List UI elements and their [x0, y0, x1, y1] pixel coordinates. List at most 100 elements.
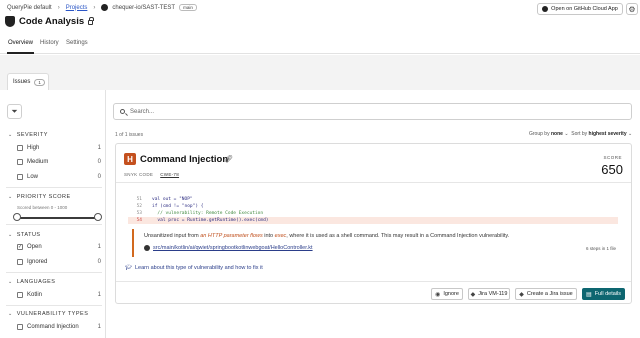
- checkbox[interactable]: [17, 174, 23, 180]
- status-section-toggle[interactable]: ⌄ STATUS: [8, 232, 41, 238]
- breadcrumb-projects-link[interactable]: Projects: [66, 5, 88, 11]
- learn-link[interactable]: 🎓︎ Learn about this type of vulnerabilit…: [125, 265, 263, 271]
- breadcrumb-org[interactable]: QueryPie default: [7, 5, 52, 11]
- sort-by-select[interactable]: highest severity: [589, 131, 627, 137]
- filter-count: 0: [97, 259, 101, 265]
- link-icon[interactable]: 🔗︎: [224, 155, 233, 163]
- settings-button[interactable]: ⚙: [626, 3, 638, 15]
- checkbox[interactable]: [17, 145, 23, 151]
- tab-overview[interactable]: Overview: [8, 40, 33, 46]
- issues-count-badge: 1: [34, 78, 45, 86]
- page-title-row: Code Analysis: [5, 16, 95, 27]
- steps-count[interactable]: 6 steps in 1 file: [586, 246, 616, 251]
- file-path-link[interactable]: src/main/kotlin/ai/qwiet/springbootkotli…: [153, 245, 313, 251]
- breadcrumb-separator: ›: [57, 4, 60, 11]
- ignore-button[interactable]: ◉ Ignore: [431, 288, 463, 300]
- page-tabs: Overview History Settings: [0, 36, 640, 54]
- details-icon: ▤: [586, 291, 592, 298]
- message-source[interactable]: an HTTP parameter flows: [200, 233, 262, 239]
- filter-language-kotlin[interactable]: Kotlin 1: [17, 292, 101, 298]
- code-line: 52 if (cmd != "nop") {: [128, 203, 618, 210]
- chevron-down-icon: ⌄: [8, 194, 13, 200]
- severity-title: SEVERITY: [16, 132, 48, 138]
- checkbox[interactable]: [17, 159, 23, 165]
- full-details-button[interactable]: ▤ Full details: [582, 288, 625, 300]
- priority-section-toggle[interactable]: ⌄ PRIORITY SCORE: [8, 194, 71, 200]
- breadcrumb-repo[interactable]: chequer-io/SAST-TEST: [112, 5, 175, 11]
- priority-slider-track[interactable]: [17, 217, 99, 219]
- line-number: 52: [136, 204, 142, 209]
- line-number: 54: [136, 218, 142, 223]
- breadcrumb: QueryPie default › Projects › chequer-io…: [7, 4, 197, 11]
- code-text: val proc = Runtime.getRuntime().exec(cmd…: [152, 218, 269, 223]
- full-details-label: Full details: [594, 291, 621, 297]
- code-line: 51 val out = "NOP": [128, 196, 618, 203]
- results-count: 1 of 1 issues: [115, 132, 144, 138]
- checkbox[interactable]: [17, 292, 23, 298]
- branch-badge: main: [179, 4, 197, 11]
- languages-section-toggle[interactable]: ⌄ LANGUAGES: [8, 279, 55, 285]
- open-github-label: Open on GitHub Cloud App: [551, 6, 618, 12]
- checkbox[interactable]: [17, 324, 23, 330]
- status-title: STATUS: [16, 232, 41, 238]
- jira-ticket-button[interactable]: ◆ Jira VM-119: [468, 288, 510, 300]
- filter-status-ignored[interactable]: Ignored 0: [17, 259, 101, 265]
- priority-slider-min-handle[interactable]: [13, 213, 21, 221]
- chevron-down-icon: ⌄: [8, 311, 13, 317]
- graduation-cap-icon: 🎓︎: [125, 265, 132, 271]
- code-comment: // vulnerability: Remote Code Execution: [152, 211, 264, 216]
- ignore-label: Ignore: [443, 291, 459, 297]
- chevron-down-icon: ⌄: [8, 132, 13, 138]
- tab-issues[interactable]: Issues 1: [7, 73, 49, 90]
- filter-severity-high[interactable]: High 1: [17, 145, 101, 151]
- filter-count: 1: [97, 292, 101, 298]
- search-icon: [120, 109, 125, 114]
- create-jira-button[interactable]: ◆ Create a Jira issue: [515, 288, 577, 300]
- message-text: Unsanitized input from: [144, 233, 201, 239]
- gear-icon: ⚙: [628, 4, 636, 14]
- checkbox-checked[interactable]: ✓: [17, 244, 23, 250]
- file-path-row: src/main/kotlin/ai/qwiet/springbootkotli…: [144, 245, 313, 251]
- tab-history[interactable]: History: [40, 40, 59, 46]
- jira-icon: ◆: [470, 291, 476, 298]
- vulnerability-message: Unsanitized input from an HTTP parameter…: [144, 233, 509, 239]
- filter-count: 0: [97, 159, 101, 165]
- filter-severity-low[interactable]: Low 0: [17, 174, 101, 180]
- message-text: into: [262, 233, 275, 239]
- filter-vuln-command-injection[interactable]: Command Injection 1: [17, 324, 101, 330]
- message-text: , where it is used as a shell command. T…: [286, 233, 510, 239]
- cwe-link[interactable]: CWE-78: [160, 172, 179, 177]
- issues-tab-label: Issues: [13, 79, 31, 85]
- filter-label: Ignored: [27, 259, 48, 265]
- filter-label: Command Injection: [27, 324, 79, 330]
- eye-off-icon: ◉: [435, 291, 441, 298]
- filter-count: 1: [97, 244, 101, 250]
- filter-severity-medium[interactable]: Medium 0: [17, 159, 101, 165]
- github-icon: [542, 6, 549, 12]
- checkbox[interactable]: [17, 259, 23, 265]
- message-sink[interactable]: exec: [275, 233, 287, 239]
- github-icon: [101, 4, 109, 11]
- issue-card: H Command Injection 🔗︎ SNYK CODE CWE-78 …: [115, 143, 632, 304]
- vuln-types-section-toggle[interactable]: ⌄ VULNERABILITY TYPES: [8, 311, 88, 317]
- line-number: 51: [136, 197, 142, 202]
- chevron-down-icon: ⌄: [8, 279, 13, 285]
- sort-controls: Group by none ⌄ Sort by highest severity…: [529, 131, 632, 137]
- issue-title[interactable]: Command Injection: [140, 154, 228, 165]
- search-input[interactable]: Search...: [113, 103, 632, 120]
- open-github-button[interactable]: Open on GitHub Cloud App: [537, 3, 623, 15]
- vulnerability-message-box: Unsanitized input from an HTTP parameter…: [132, 229, 622, 257]
- filter-status-open[interactable]: ✓ Open 1: [17, 244, 101, 250]
- tab-settings[interactable]: Settings: [66, 40, 88, 46]
- priority-slider-max-handle[interactable]: [94, 213, 102, 221]
- code-line: 53 // vulnerability: Remote Code Executi…: [128, 210, 618, 217]
- group-by-select[interactable]: none: [551, 131, 563, 137]
- filter-icon: ⏷: [11, 106, 18, 116]
- score-value: 650: [601, 162, 623, 177]
- filter-toggle-button[interactable]: ⏷: [7, 104, 22, 119]
- score-label: SCORE: [603, 155, 622, 160]
- filter-count: 1: [97, 324, 101, 330]
- severity-section-toggle[interactable]: ⌄ SEVERITY: [8, 132, 48, 138]
- card-divider: [116, 281, 631, 282]
- code-text: if (cmd != "nop") {: [152, 204, 204, 209]
